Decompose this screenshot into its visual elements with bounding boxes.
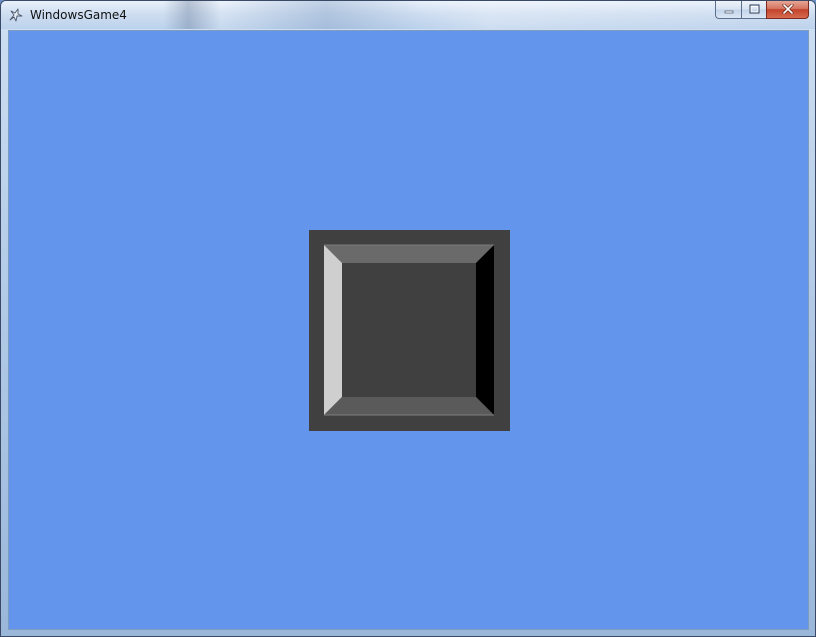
maximize-icon: [749, 1, 760, 19]
minimize-button[interactable]: [715, 1, 741, 19]
minimize-icon: [724, 1, 734, 19]
window-title: WindowsGame4: [30, 8, 127, 22]
xna-game-icon[interactable]: [8, 7, 24, 23]
maximize-button[interactable]: [741, 1, 766, 19]
game-viewport[interactable]: [8, 30, 809, 630]
close-button[interactable]: [766, 1, 809, 19]
app-window: WindowsGame4: [0, 0, 816, 637]
window-controls: [715, 1, 809, 21]
title-bar[interactable]: WindowsGame4: [1, 1, 815, 29]
beveled-square-tile: [309, 230, 510, 431]
close-icon: [782, 1, 794, 19]
